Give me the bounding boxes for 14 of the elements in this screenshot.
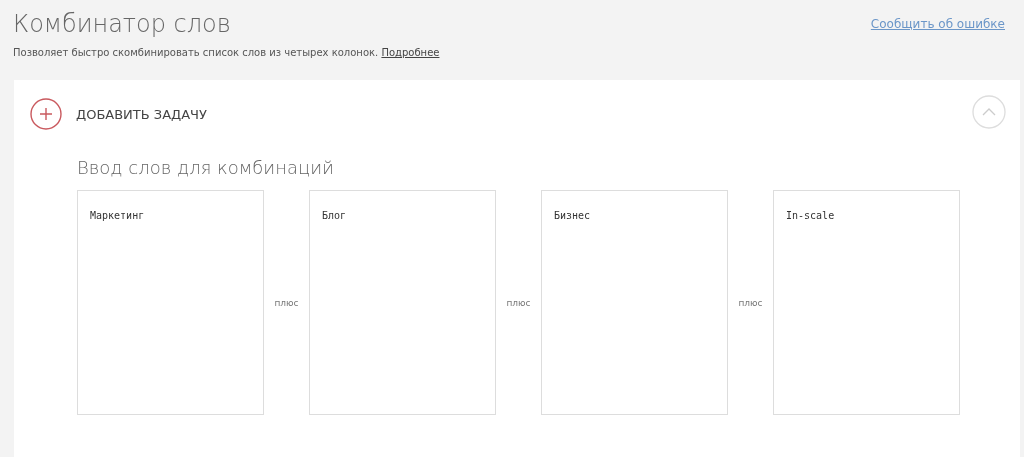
words-field[interactable]: Бизнес xyxy=(541,190,728,415)
section-title: Ввод слов для комбинаций xyxy=(77,157,335,178)
plus-label: плюс xyxy=(274,297,299,308)
words-field[interactable]: Блог xyxy=(309,190,496,415)
description: Позволяет быстро скомбинировать список слов из четырех колонок. xyxy=(13,47,379,58)
collapse-icon[interactable] xyxy=(972,95,1006,129)
words-field[interactable]: In-scale xyxy=(773,190,960,415)
more-link[interactable]: Подробнее xyxy=(381,47,440,58)
plus-label: плюс xyxy=(738,297,763,308)
page-title: Комбинатор слов xyxy=(13,9,232,40)
words-field[interactable]: Маркетинг xyxy=(77,190,264,415)
plus-icon xyxy=(30,98,62,130)
add-task-button[interactable]: ДОБАВИТЬ ЗАДАЧУ xyxy=(30,98,207,130)
plus-label: плюс xyxy=(506,297,531,308)
